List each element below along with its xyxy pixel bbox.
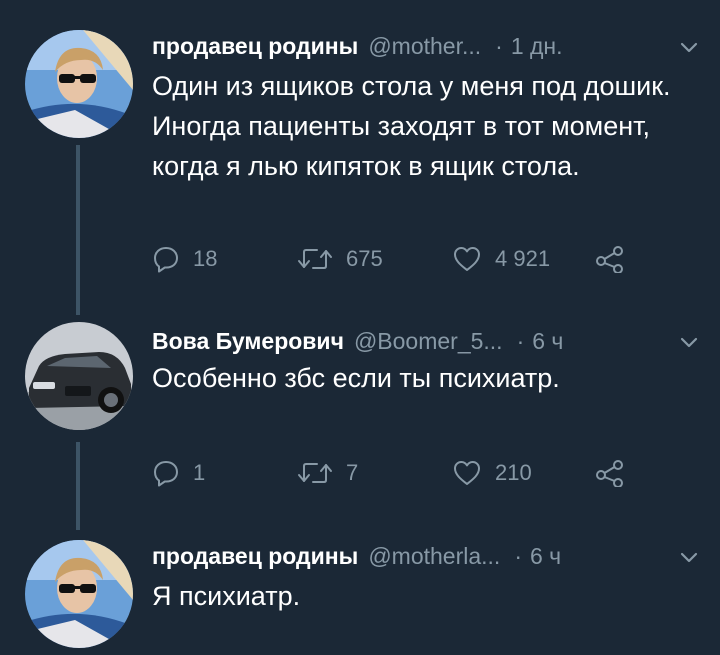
tweet-3[interactable]: продавец родины @motherla... · 6 ч Я пси… xyxy=(0,520,720,655)
tweet-text: Я психиатр. xyxy=(152,581,301,611)
timestamp[interactable]: 6 ч xyxy=(532,328,563,355)
reply-button[interactable]: 1 xyxy=(152,456,205,490)
chevron-down-icon[interactable] xyxy=(678,331,700,353)
reply-count: 18 xyxy=(193,246,218,271)
tweet-1[interactable]: продавец родины @mother... · 1 дн. Один … xyxy=(0,0,720,315)
separator: · xyxy=(514,542,522,569)
share-button[interactable] xyxy=(594,242,626,276)
retweet-count: 675 xyxy=(346,246,383,271)
thread-line xyxy=(76,442,80,530)
reply-count: 1 xyxy=(193,460,206,485)
user-handle[interactable]: @motherla... xyxy=(368,543,500,570)
share-icon xyxy=(596,460,623,487)
share-icon xyxy=(596,246,623,273)
timestamp[interactable]: 1 дн. xyxy=(511,33,563,60)
timestamp[interactable]: 6 ч xyxy=(530,543,561,570)
retweet-button[interactable]: 675 xyxy=(297,242,383,276)
chevron-down-icon[interactable] xyxy=(678,36,700,58)
avatar[interactable] xyxy=(25,322,133,430)
reply-button[interactable]: 18 xyxy=(152,242,217,276)
like-button[interactable]: 210 xyxy=(452,456,532,490)
like-count: 4 921 xyxy=(495,246,551,271)
tweet-text: Один из ящиков стола у меня под дошик. И… xyxy=(152,71,671,181)
user-handle[interactable]: @Boomer_5... xyxy=(354,328,503,355)
tweet-header: продавец родины @motherla... · 6 ч xyxy=(152,539,700,573)
separator: · xyxy=(495,32,503,59)
display-name[interactable]: продавец родины xyxy=(152,33,358,60)
like-count: 210 xyxy=(495,460,532,485)
avatar[interactable] xyxy=(25,540,133,648)
retweet-icon xyxy=(298,249,332,269)
retweet-button[interactable]: 7 xyxy=(297,456,358,490)
like-icon xyxy=(454,247,480,271)
separator: · xyxy=(516,327,525,354)
retweet-icon xyxy=(298,463,332,483)
reply-icon xyxy=(154,461,178,487)
display-name[interactable]: продавец родины xyxy=(152,543,358,570)
retweet-count: 7 xyxy=(346,460,359,485)
tweet-header: Вова Бумерович @Boomer_5... · 6 ч xyxy=(152,324,700,358)
reply-icon xyxy=(154,247,178,273)
display-name[interactable]: Вова Бумерович xyxy=(152,328,344,355)
thread-line xyxy=(76,145,80,315)
user-handle[interactable]: @mother... xyxy=(368,33,481,60)
tweet-actions: 1 7 210 xyxy=(152,456,652,490)
tweet-text: Особенно збс если ты психиатр. xyxy=(152,363,560,393)
share-button[interactable] xyxy=(594,456,626,490)
like-button[interactable]: 4 921 xyxy=(452,242,550,276)
chevron-down-icon[interactable] xyxy=(678,546,700,568)
tweet-actions: 18 675 4 921 xyxy=(152,242,652,276)
tweet-2[interactable]: Вова Бумерович @Boomer_5... · 6 ч Особен… xyxy=(0,300,720,530)
like-icon xyxy=(454,461,480,485)
avatar[interactable] xyxy=(25,30,133,138)
tweet-header: продавец родины @mother... · 1 дн. xyxy=(152,29,700,63)
